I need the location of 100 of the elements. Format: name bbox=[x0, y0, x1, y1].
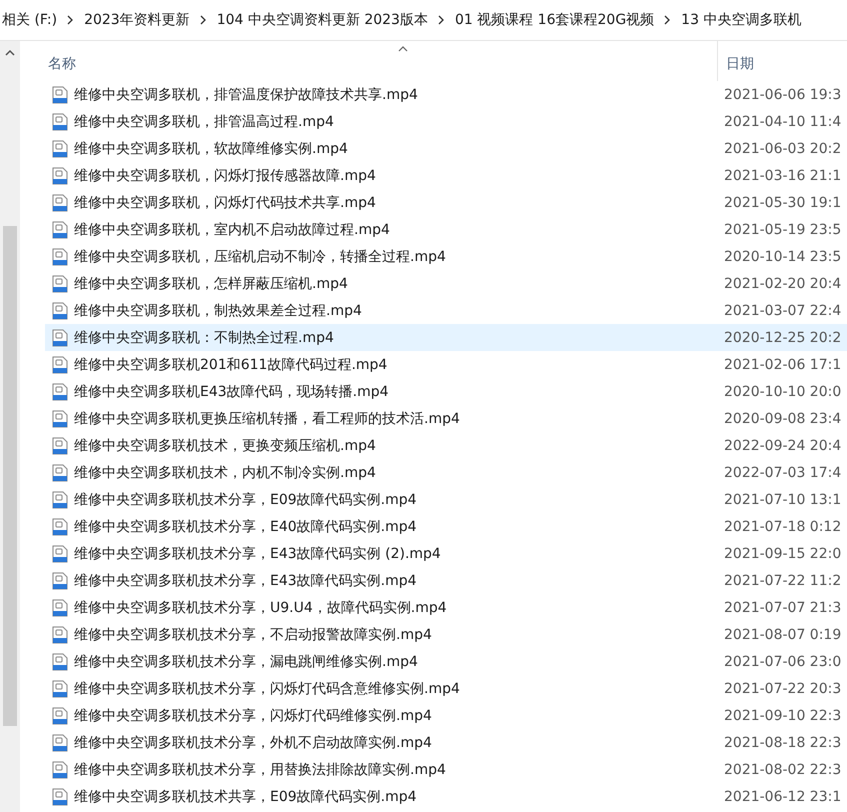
file-date: 2021-03-07 22:4 bbox=[723, 302, 842, 318]
file-name: 维修中央空调多联机，闪烁灯代码技术共享.mp4 bbox=[74, 194, 376, 212]
file-row[interactable]: 维修中央空调多联机技术分享，用替换法排除故障实例.mp4 2021-08-02 22:3 bbox=[45, 756, 847, 783]
breadcrumb-item[interactable]: 2023年资料更新 bbox=[84, 11, 190, 29]
file-name: 维修中央空调多联机技术分享，E43故障代码实例 (2).mp4 bbox=[74, 544, 441, 562]
file-name: 维修中央空调多联机技术分享，E09故障代码实例.mp4 bbox=[74, 490, 417, 508]
file-row[interactable]: 维修中央空调多联机技术分享，E43故障代码实例 (2).mp4 2021-09-15 22:0 bbox=[45, 540, 847, 567]
video-file-icon bbox=[52, 140, 68, 158]
video-file-icon bbox=[52, 382, 68, 400]
file-row[interactable]: 维修中央空调多联机，排管温度保护故障技术共享.mp4 2021-06-06 19:3 bbox=[45, 81, 847, 108]
file-row[interactable]: 维修中央空调多联机201和611故障代码过程.mp4 2021-02-06 17:1 bbox=[45, 351, 847, 378]
file-name: 维修中央空调多联机，制热效果差全过程.mp4 bbox=[74, 302, 362, 320]
file-name: 维修中央空调多联机更换压缩机转播，看工程师的技术活.mp4 bbox=[74, 410, 460, 428]
file-date: 2020-09-08 23:4 bbox=[723, 410, 842, 426]
file-name: 维修中央空调多联机技术分享，E43故障代码实例.mp4 bbox=[74, 572, 417, 590]
file-date: 2021-05-30 19:1 bbox=[723, 194, 842, 210]
video-file-icon bbox=[52, 274, 68, 292]
file-date: 2021-04-10 11:4 bbox=[723, 114, 842, 130]
video-file-icon bbox=[52, 248, 68, 266]
file-date: 2022-09-24 20:4 bbox=[723, 438, 842, 454]
video-file-icon bbox=[52, 680, 68, 698]
breadcrumb-item[interactable]: 104 中央空调资料更新 2023版本 bbox=[216, 11, 428, 29]
chevron-icon bbox=[200, 15, 207, 25]
file-row[interactable]: 维修中央空调多联机技术分享，不启动报警故障实例.mp4 2021-08-07 0:19 bbox=[45, 621, 847, 648]
file-name: 维修中央空调多联机技术分享，闪烁灯代码维修实例.mp4 bbox=[74, 706, 432, 724]
file-row[interactable]: 维修中央空调多联机技术分享，U9.U4，故障代码实例.mp4 2021-07-07 21:3 bbox=[45, 594, 847, 621]
file-name: 维修中央空调多联机：不制热全过程.mp4 bbox=[74, 328, 334, 346]
file-row[interactable]: 维修中央空调多联机技术分享，闪烁灯代码维修实例.mp4 2021-09-10 22:3 bbox=[45, 702, 847, 729]
file-row[interactable]: 维修中央空调多联机，制热效果差全过程.mp4 2021-03-07 22:4 bbox=[45, 297, 847, 324]
breadcrumb-item[interactable]: 13 中央空调多联机 bbox=[681, 11, 802, 29]
video-file-icon bbox=[52, 572, 68, 590]
file-name: 维修中央空调多联机，软故障维修实例.mp4 bbox=[74, 140, 348, 158]
column-header[interactable]: 日期 bbox=[717, 41, 847, 81]
column-header[interactable]: 名称 bbox=[45, 41, 717, 81]
file-row[interactable]: 维修中央空调多联机技术，更换变频压缩机.mp4 2022-09-24 20:4 bbox=[45, 432, 847, 459]
video-file-icon bbox=[52, 598, 68, 616]
file-date: 2022-07-03 17:4 bbox=[723, 464, 842, 480]
file-date: 2021-03-16 21:1 bbox=[723, 168, 842, 184]
file-row[interactable]: 维修中央空调多联机技术分享，E40故障代码实例.mp4 2021-07-18 0:12 bbox=[45, 513, 847, 540]
sort-caret-icon bbox=[398, 45, 408, 52]
file-name: 维修中央空调多联机，排管温高过程.mp4 bbox=[74, 112, 334, 130]
file-row[interactable]: 维修中央空调多联机，室内机不启动故障过程.mp4 2021-05-19 23:5 bbox=[45, 216, 847, 243]
file-row[interactable]: 维修中央空调多联机技术分享，E09故障代码实例.mp4 2021-07-10 13:1 bbox=[45, 486, 847, 513]
file-row[interactable]: 维修中央空调多联机，闪烁灯报传感器故障.mp4 2021-03-16 21:1 bbox=[45, 162, 847, 189]
chevron-icon bbox=[67, 15, 74, 25]
file-name: 维修中央空调多联机201和611故障代码过程.mp4 bbox=[74, 356, 388, 374]
file-row[interactable]: 维修中央空调多联机，软故障维修实例.mp4 2021-06-03 20:2 bbox=[45, 135, 847, 162]
video-file-icon bbox=[52, 410, 68, 428]
video-file-icon bbox=[52, 328, 68, 346]
file-date: 2021-08-18 22:3 bbox=[723, 734, 842, 750]
file-row[interactable]: 维修中央空调多联机更换压缩机转播，看工程师的技术活.mp4 2020-09-08 23:4 bbox=[45, 405, 847, 432]
file-date: 2021-08-02 22:3 bbox=[723, 762, 842, 778]
chevron-icon bbox=[438, 15, 445, 25]
video-file-icon bbox=[52, 464, 68, 482]
file-date: 2021-07-22 20:3 bbox=[723, 680, 842, 696]
video-file-icon bbox=[52, 356, 68, 374]
scrollbar-thumb[interactable] bbox=[3, 226, 17, 726]
file-row[interactable]: 维修中央空调多联机：不制热全过程.mp4 2020-12-25 20:2 bbox=[45, 324, 847, 351]
file-name: 维修中央空调多联机，怎样屏蔽压缩机.mp4 bbox=[74, 274, 348, 292]
breadcrumb-item[interactable]: 01 视频课程 16套课程20G视频 bbox=[454, 11, 654, 29]
file-date: 2021-02-20 20:4 bbox=[723, 276, 842, 292]
file-date: 2020-10-14 23:5 bbox=[723, 248, 842, 264]
file-name: 维修中央空调多联机技术分享，不启动报警故障实例.mp4 bbox=[74, 626, 432, 644]
video-file-icon bbox=[52, 86, 68, 104]
breadcrumb-item[interactable]: 相关 (F:) bbox=[2, 11, 58, 29]
file-date: 2021-07-07 21:3 bbox=[723, 600, 842, 616]
video-file-icon bbox=[52, 544, 68, 562]
video-file-icon bbox=[52, 194, 68, 212]
file-row[interactable]: 维修中央空调多联机技术分享，漏电跳闸维修实例.mp4 2021-07-06 23:0 bbox=[45, 648, 847, 675]
file-date: 2021-09-10 22:3 bbox=[723, 708, 842, 724]
file-row[interactable]: 维修中央空调多联机E43故障代码，现场转播.mp4 2020-10-10 20:0 bbox=[45, 378, 847, 405]
scroll-up-icon[interactable] bbox=[5, 49, 15, 56]
file-row[interactable]: 维修中央空调多联机，排管温高过程.mp4 2021-04-10 11:4 bbox=[45, 108, 847, 135]
file-name: 维修中央空调多联机，室内机不启动故障过程.mp4 bbox=[74, 220, 390, 238]
file-name: 维修中央空调多联机技术分享，E40故障代码实例.mp4 bbox=[74, 518, 417, 536]
file-date: 2021-06-06 19:3 bbox=[723, 86, 842, 102]
file-row[interactable]: 维修中央空调多联机技术共享，E09故障代码实例.mp4 2021-06-12 23:1 bbox=[45, 783, 847, 810]
file-row[interactable]: 维修中央空调多联机技术，内机不制冷实例.mp4 2022-07-03 17:4 bbox=[45, 459, 847, 486]
video-file-icon bbox=[52, 302, 68, 320]
file-name: 维修中央空调多联机技术分享，外机不启动故障实例.mp4 bbox=[74, 734, 432, 752]
file-name: 维修中央空调多联机技术分享，漏电跳闸维修实例.mp4 bbox=[74, 652, 418, 670]
file-name: 维修中央空调多联机技术分享，U9.U4，故障代码实例.mp4 bbox=[74, 598, 447, 616]
file-row[interactable]: 维修中央空调多联机技术分享，外机不启动故障实例.mp4 2021-08-18 22:3 bbox=[45, 729, 847, 756]
file-date: 2021-07-18 0:12 bbox=[723, 518, 842, 534]
file-name: 维修中央空调多联机E43故障代码，现场转播.mp4 bbox=[74, 382, 389, 400]
file-date: 2020-10-10 20:0 bbox=[723, 384, 842, 400]
video-file-icon bbox=[52, 734, 68, 752]
video-file-icon bbox=[52, 706, 68, 724]
file-row[interactable]: 维修中央空调多联机，闪烁灯代码技术共享.mp4 2021-05-30 19:1 bbox=[45, 189, 847, 216]
file-name: 维修中央空调多联机技术，内机不制冷实例.mp4 bbox=[74, 464, 376, 482]
file-name: 维修中央空调多联机技术分享，闪烁灯代码含意维修实例.mp4 bbox=[74, 680, 460, 698]
video-file-icon bbox=[52, 788, 68, 806]
file-row[interactable]: 维修中央空调多联机，怎样屏蔽压缩机.mp4 2021-02-20 20:4 bbox=[45, 270, 847, 297]
file-row[interactable]: 维修中央空调多联机技术分享，E43故障代码实例.mp4 2021-07-22 11:2 bbox=[45, 567, 847, 594]
video-file-icon bbox=[52, 518, 68, 536]
video-file-icon bbox=[52, 436, 68, 454]
file-row[interactable]: 维修中央空调多联机，压缩机启动不制冷，转播全过程.mp4 2020-10-14 23:5 bbox=[45, 243, 847, 270]
file-row[interactable]: 维修中央空调多联机技术分享，闪烁灯代码含意维修实例.mp4 2021-07-22 20:3 bbox=[45, 675, 847, 702]
video-file-icon bbox=[52, 490, 68, 508]
video-file-icon bbox=[52, 626, 68, 644]
